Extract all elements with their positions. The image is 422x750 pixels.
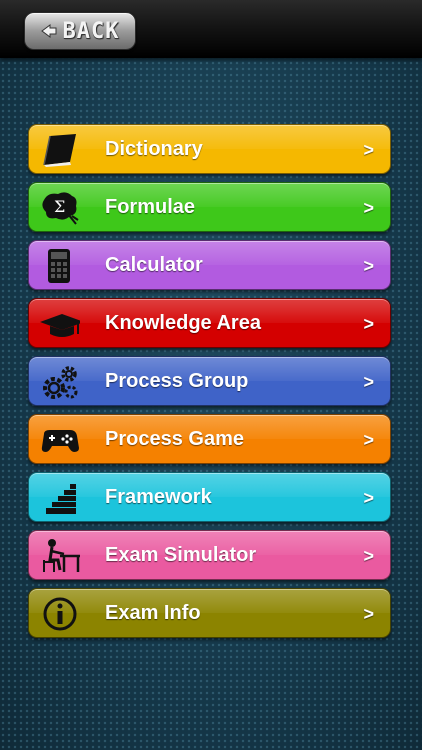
menu-item-exam-info[interactable]: Exam Info >	[28, 588, 391, 638]
menu-item-exam-simulator[interactable]: Exam Simulator >	[28, 530, 391, 580]
main-menu: Dictionary > Σ Formulae > Calculator > K…	[28, 124, 391, 646]
chevron-right-icon: >	[363, 198, 374, 218]
chevron-right-icon: >	[363, 430, 374, 450]
chevron-right-icon: >	[363, 488, 374, 508]
top-navigation-bar: BACK	[0, 0, 422, 58]
info-icon	[40, 596, 80, 632]
menu-item-process-group[interactable]: Process Group >	[28, 356, 391, 406]
gears-icon	[40, 364, 80, 400]
chevron-right-icon: >	[363, 372, 374, 392]
menu-item-knowledge-area[interactable]: Knowledge Area >	[28, 298, 391, 348]
menu-item-label: Exam Info	[105, 602, 201, 624]
sigma-icon: Σ	[40, 190, 80, 226]
back-arrow-icon	[40, 24, 56, 38]
chevron-right-icon: >	[363, 256, 374, 276]
menu-item-framework[interactable]: Framework >	[28, 472, 391, 522]
svg-text:Σ: Σ	[54, 197, 65, 216]
chevron-right-icon: >	[363, 546, 374, 566]
menu-item-label: Knowledge Area	[105, 312, 261, 334]
menu-item-dictionary[interactable]: Dictionary >	[28, 124, 391, 174]
menu-item-label: Process Group	[105, 370, 249, 392]
chevron-right-icon: >	[363, 604, 374, 624]
chevron-right-icon: >	[363, 140, 374, 160]
book-icon	[40, 132, 80, 168]
calculator-icon	[40, 248, 80, 284]
student-desk-icon	[40, 538, 80, 574]
menu-item-calculator[interactable]: Calculator >	[28, 240, 391, 290]
menu-item-label: Framework	[105, 486, 212, 508]
menu-item-label: Process Game	[105, 428, 244, 450]
menu-item-formulae[interactable]: Σ Formulae >	[28, 182, 391, 232]
graduation-cap-icon	[40, 306, 80, 342]
stairs-icon	[40, 480, 80, 516]
back-button[interactable]: BACK	[24, 12, 136, 50]
chevron-right-icon: >	[363, 314, 374, 334]
menu-item-process-game[interactable]: Process Game >	[28, 414, 391, 464]
menu-item-label: Formulae	[105, 196, 196, 218]
menu-item-label: Dictionary	[105, 138, 203, 160]
menu-item-label: Calculator	[105, 254, 203, 276]
menu-item-label: Exam Simulator	[105, 544, 257, 566]
back-label: BACK	[62, 18, 120, 44]
gamepad-icon	[40, 422, 80, 458]
